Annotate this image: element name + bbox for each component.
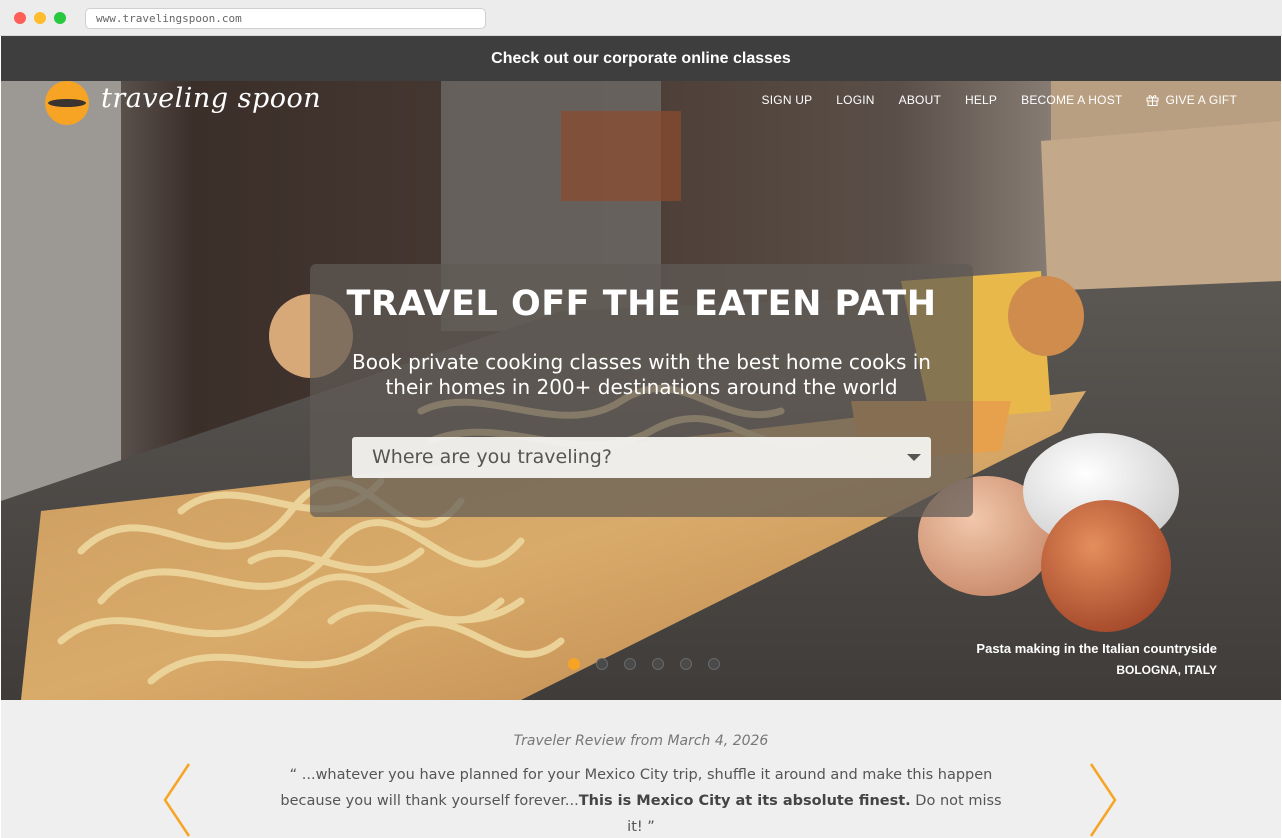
nav-login-label: LOGIN bbox=[836, 93, 875, 107]
slide-dot-5[interactable] bbox=[680, 658, 692, 670]
hero-subtitle: Book private cooking classes with the be… bbox=[352, 350, 931, 399]
address-bar[interactable]: www.travelingspoon.com bbox=[85, 8, 486, 29]
slide-dot-1[interactable] bbox=[568, 658, 580, 670]
nav-sign-up-label: SIGN UP bbox=[761, 93, 813, 107]
close-window-button[interactable] bbox=[14, 12, 26, 24]
gift-icon bbox=[1146, 95, 1159, 106]
slide-dot-2[interactable] bbox=[596, 658, 608, 670]
nav-sign-up[interactable]: SIGN UP bbox=[762, 93, 813, 107]
destination-select-placeholder: Where are you traveling? bbox=[372, 446, 612, 468]
destination-select[interactable]: Where are you traveling? bbox=[352, 437, 931, 478]
nav-help[interactable]: HELP bbox=[965, 93, 997, 107]
main-nav: SIGN UP LOGIN ABOUT HELP BECOME A HOST G… bbox=[762, 93, 1237, 107]
minimize-window-button[interactable] bbox=[34, 12, 46, 24]
review-quote: “ ...whatever you have planned for your … bbox=[271, 762, 1011, 838]
review-quote-highlight: This is Mexico City at its absolute fine… bbox=[578, 793, 911, 809]
hero-title: TRAVEL OFF THE EATEN PATH bbox=[346, 284, 937, 324]
nav-give-a-gift[interactable]: GIVE A GIFT bbox=[1146, 93, 1237, 107]
slide-caption-title: Pasta making in the Italian countryside bbox=[976, 641, 1217, 656]
nav-become-a-host[interactable]: BECOME A HOST bbox=[1021, 93, 1122, 107]
chevron-right-icon[interactable] bbox=[1087, 762, 1119, 838]
nav-help-label: HELP bbox=[964, 93, 998, 107]
chevron-left-icon[interactable] bbox=[161, 762, 193, 838]
slide-dot-4[interactable] bbox=[652, 658, 664, 670]
nav-about-label: ABOUT bbox=[898, 93, 941, 107]
review-date-line: Traveler Review from March 4, 2026 bbox=[513, 733, 769, 749]
traveler-review-section: Traveler Review from March 4, 2026 “ ...… bbox=[1, 700, 1281, 838]
hero-search-card: TRAVEL OFF THE EATEN PATH Book private c… bbox=[310, 264, 973, 517]
nav-about[interactable]: ABOUT bbox=[899, 93, 941, 107]
hero-section: traveling spoon SIGN UP LOGIN ABOUT HELP… bbox=[1, 81, 1281, 700]
nav-become-a-host-label: BECOME A HOST bbox=[1021, 93, 1123, 107]
announcement-bar[interactable]: Check out our corporate online classes bbox=[1, 36, 1281, 81]
maximize-window-button[interactable] bbox=[54, 12, 66, 24]
browser-chrome: www.travelingspoon.com bbox=[0, 0, 1282, 36]
site-logo[interactable]: traveling spoon bbox=[45, 81, 321, 131]
slide-dot-3[interactable] bbox=[624, 658, 636, 670]
nav-login[interactable]: LOGIN bbox=[836, 93, 874, 107]
nav-give-a-gift-label: GIVE A GIFT bbox=[1165, 93, 1237, 107]
slide-pager bbox=[568, 658, 720, 670]
logo-wordmark: traveling spoon bbox=[101, 83, 322, 114]
slide-dot-6[interactable] bbox=[708, 658, 720, 670]
spoon-logo-icon bbox=[45, 81, 89, 125]
slide-caption-location: BOLOGNA, ITALY bbox=[1116, 663, 1217, 677]
caret-down-icon bbox=[907, 454, 921, 461]
